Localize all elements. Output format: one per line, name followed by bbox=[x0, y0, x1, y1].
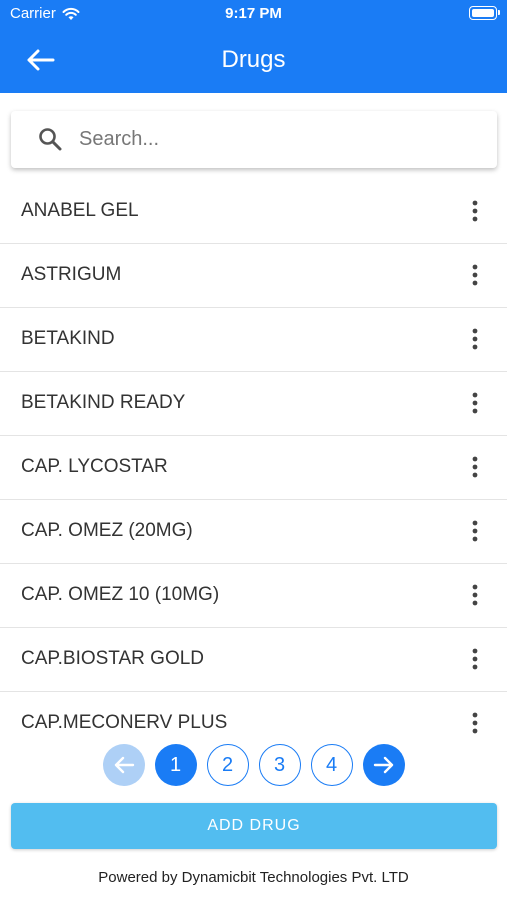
prev-page-button[interactable] bbox=[102, 744, 145, 786]
footer-credit: Powered by Dynamicbit Technologies Pvt. … bbox=[98, 869, 409, 886]
drug-list: ANABEL GEL ASTRIGUM BETAKIND BETAKIND RE… bbox=[0, 180, 507, 744]
drug-list-item[interactable]: ASTRIGUM bbox=[0, 244, 507, 308]
drug-list-item[interactable]: CAP. LYCOSTAR bbox=[0, 436, 507, 500]
more-vertical-icon bbox=[472, 648, 478, 670]
more-options-button[interactable] bbox=[463, 582, 487, 608]
pagination: 1 2 3 4 bbox=[0, 744, 507, 786]
drug-list-item[interactable]: CAP.BIOSTAR GOLD bbox=[0, 628, 507, 692]
next-page-button[interactable] bbox=[362, 744, 405, 786]
more-vertical-icon bbox=[472, 328, 478, 350]
battery-icon bbox=[469, 6, 500, 20]
drug-name: BETAKIND bbox=[21, 328, 115, 349]
page-button-3[interactable]: 3 bbox=[258, 744, 301, 786]
drug-list-item[interactable]: CAP. OMEZ (20MG) bbox=[0, 500, 507, 564]
drug-list-item[interactable]: ANABEL GEL bbox=[0, 180, 507, 244]
more-vertical-icon bbox=[472, 200, 478, 222]
more-options-button[interactable] bbox=[463, 390, 487, 416]
more-vertical-icon bbox=[472, 584, 478, 606]
drug-name: CAP. OMEZ (20MG) bbox=[21, 520, 193, 541]
drug-name: ASTRIGUM bbox=[21, 264, 122, 285]
more-vertical-icon bbox=[472, 520, 478, 542]
search-bar bbox=[11, 111, 497, 168]
add-drug-button[interactable]: ADD DRUG bbox=[11, 803, 497, 849]
more-options-button[interactable] bbox=[463, 198, 487, 224]
arrow-left-icon bbox=[114, 756, 134, 774]
more-options-button[interactable] bbox=[463, 646, 487, 672]
more-vertical-icon bbox=[472, 712, 478, 734]
drug-name: CAP. OMEZ 10 (10MG) bbox=[21, 584, 220, 605]
search-input[interactable] bbox=[77, 121, 477, 157]
page-button-1[interactable]: 1 bbox=[154, 744, 197, 786]
page-title: Drugs bbox=[221, 46, 286, 73]
status-time: 9:17 PM bbox=[225, 5, 282, 22]
drug-name: CAP.MECONERV PLUS bbox=[21, 712, 228, 733]
app-header: Carrier 9:17 PM Drugs bbox=[0, 0, 507, 93]
drug-list-item[interactable]: CAP. OMEZ 10 (10MG) bbox=[0, 564, 507, 628]
more-options-button[interactable] bbox=[463, 454, 487, 480]
more-vertical-icon bbox=[472, 264, 478, 286]
status-bar: Carrier 9:17 PM bbox=[0, 0, 507, 28]
drug-list-item[interactable]: BETAKIND bbox=[0, 308, 507, 372]
drug-list-item[interactable]: CAP.MECONERV PLUS bbox=[0, 692, 507, 744]
more-options-button[interactable] bbox=[463, 710, 487, 736]
drug-name: ANABEL GEL bbox=[21, 200, 139, 221]
more-options-button[interactable] bbox=[463, 518, 487, 544]
more-options-button[interactable] bbox=[463, 262, 487, 288]
page-button-4[interactable]: 4 bbox=[310, 744, 353, 786]
search-icon bbox=[39, 128, 62, 151]
page-button-2[interactable]: 2 bbox=[206, 744, 249, 786]
drug-name: CAP.BIOSTAR GOLD bbox=[21, 648, 205, 669]
more-vertical-icon bbox=[472, 392, 478, 414]
nav-bar: Drugs bbox=[0, 28, 507, 93]
drug-name: CAP. LYCOSTAR bbox=[21, 456, 168, 477]
drug-list-item[interactable]: BETAKIND READY bbox=[0, 372, 507, 436]
drug-name: BETAKIND READY bbox=[21, 392, 186, 413]
more-vertical-icon bbox=[472, 456, 478, 478]
arrow-right-icon bbox=[373, 756, 393, 774]
more-options-button[interactable] bbox=[463, 326, 487, 352]
